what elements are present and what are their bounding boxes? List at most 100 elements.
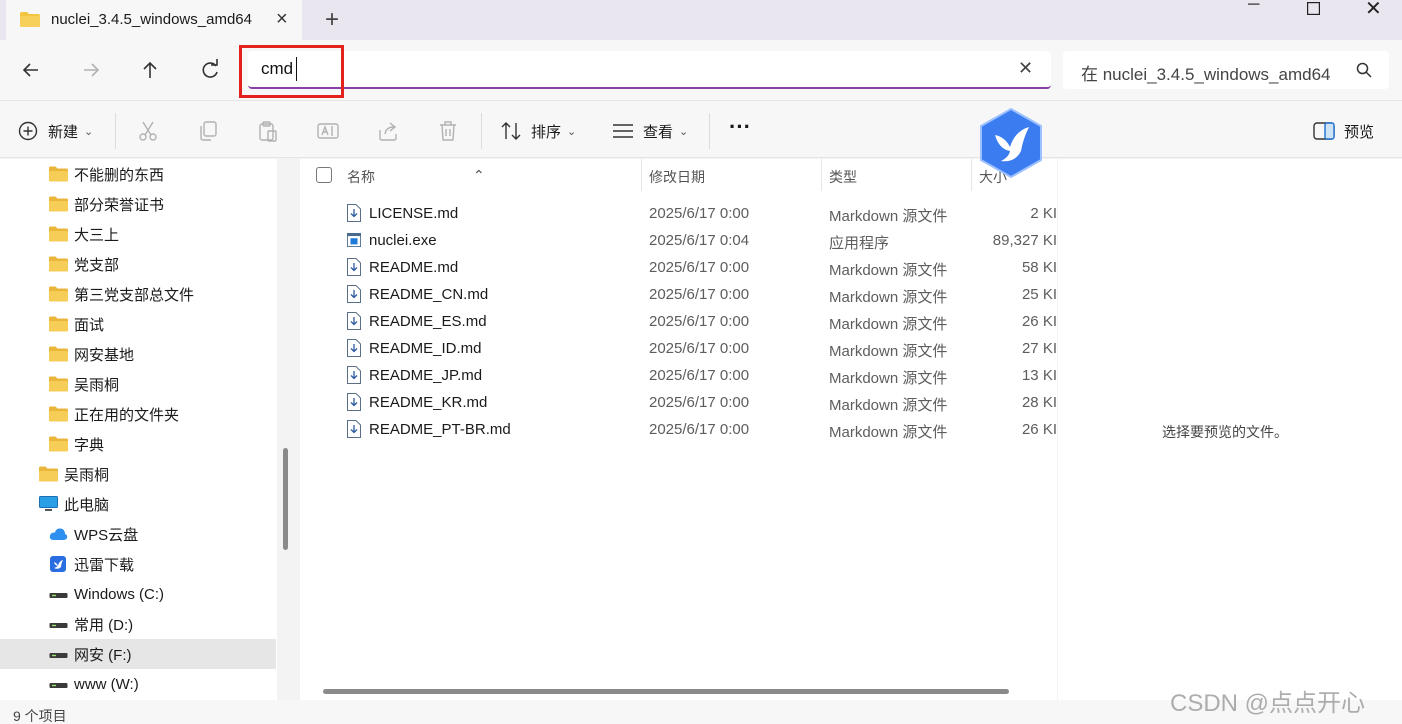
file-row[interactable]: nuclei.exe 2025/6/17 0:04 应用程序 89,327 KI xyxy=(300,227,1057,254)
file-row[interactable]: README_JP.md 2025/6/17 0:00 Markdown 源文件 13… xyxy=(300,362,1057,389)
sidebar-item-label: 网安 (F:) xyxy=(74,646,132,664)
sidebar-item-label: 网安基地 xyxy=(74,346,135,364)
sidebar-item-label: 不能删的东西 xyxy=(74,166,165,184)
file-date: 2025/6/17 0:00 xyxy=(649,259,750,276)
file-type: Markdown 源文件 xyxy=(829,343,948,360)
maximize-icon[interactable] xyxy=(1307,2,1320,15)
sidebar-item[interactable]: 不能删的东西 xyxy=(49,159,164,189)
delete-icon[interactable] xyxy=(438,120,458,142)
sort-icon xyxy=(501,122,521,140)
sidebar-item[interactable]: 常用 (D:) xyxy=(49,609,133,639)
sidebar-item[interactable]: 迅雷下载 xyxy=(49,549,134,579)
file-name: LICENSE.md xyxy=(369,205,459,222)
file-size: 25 KI xyxy=(1021,286,1057,303)
sidebar-item[interactable]: 字典 xyxy=(49,429,104,459)
paste-icon[interactable] xyxy=(258,120,278,142)
sidebar-item[interactable]: Windows (C:) xyxy=(49,579,164,609)
sidebar-item-selected[interactable]: 网安 (F:) xyxy=(0,639,276,669)
preview-pane: 选择要预览的文件。 xyxy=(1058,159,1402,700)
drive-icon xyxy=(49,646,68,662)
close-tab-icon[interactable]: × xyxy=(276,8,288,31)
markdown-file-icon xyxy=(347,393,361,411)
drive-icon xyxy=(49,586,68,602)
cloud-icon xyxy=(49,526,68,542)
column-header-row: ⌃ 名称 修改日期 类型 大小 xyxy=(300,159,1057,195)
file-row[interactable]: LICENSE.md 2025/6/17 0:00 Markdown 源文件 2 KI xyxy=(300,200,1057,227)
sidebar-scrollbar[interactable] xyxy=(283,448,288,550)
file-type: Markdown 源文件 xyxy=(829,316,948,333)
sidebar-item[interactable]: 党支部 xyxy=(49,249,119,279)
search-input[interactable]: 在 nuclei_3.4.5_windows_amd64 xyxy=(1063,51,1389,89)
column-divider[interactable] xyxy=(971,159,972,191)
close-window-icon[interactable]: ✕ xyxy=(1365,0,1382,20)
view-label: 查看 xyxy=(643,123,674,141)
file-row[interactable]: README_CN.md 2025/6/17 0:00 Markdown 源文件 25… xyxy=(300,281,1057,308)
new-button[interactable]: 新建 ⌄ xyxy=(18,120,93,142)
view-button[interactable]: 查看 ⌄ xyxy=(612,120,688,142)
sidebar-item-label: 吴雨桐 xyxy=(74,376,120,394)
sidebar-item[interactable]: www (W:) xyxy=(49,669,139,699)
preview-pane-button[interactable]: 预览 xyxy=(1313,120,1374,142)
up-icon[interactable] xyxy=(137,57,163,83)
file-row[interactable]: README_ID.md 2025/6/17 0:00 Markdown 源文件 27… xyxy=(300,335,1057,362)
file-type: Markdown 源文件 xyxy=(829,424,948,441)
view-list-icon xyxy=(613,124,633,138)
sidebar-item[interactable]: WPS云盘 xyxy=(49,519,138,549)
column-divider[interactable] xyxy=(821,159,822,191)
markdown-file-icon xyxy=(347,285,361,303)
file-type: Markdown 源文件 xyxy=(829,370,948,387)
file-row[interactable]: README_ES.md 2025/6/17 0:00 Markdown 源文件 26… xyxy=(300,308,1057,335)
cut-icon[interactable] xyxy=(137,120,159,142)
file-type: Markdown 源文件 xyxy=(829,289,948,306)
markdown-file-icon xyxy=(347,312,361,330)
file-size: 13 KI xyxy=(1021,367,1057,384)
folder-icon xyxy=(39,466,58,482)
sidebar-item[interactable]: 部分荣誉证书 xyxy=(49,189,164,219)
horizontal-scrollbar[interactable] xyxy=(323,689,1009,694)
address-input[interactable]: cmd ✕ xyxy=(248,51,1051,89)
more-options-button[interactable]: ··· xyxy=(729,114,751,139)
new-tab-icon[interactable]: + xyxy=(325,6,339,34)
column-header-type[interactable]: 类型 xyxy=(829,167,857,187)
sidebar-item[interactable]: 面试 xyxy=(49,309,104,339)
item-count: 9 个项目 xyxy=(13,708,67,724)
tab-title: nuclei_3.4.5_windows_amd64 xyxy=(51,11,252,28)
command-bar: 新建 ⌄ 排序 ⌄ 查看 ⌄ ··· 预览 xyxy=(0,100,1402,158)
sidebar-item-label: 大三上 xyxy=(74,226,120,244)
clear-address-icon[interactable]: ✕ xyxy=(1018,58,1033,79)
exe-file-icon xyxy=(347,233,361,247)
search-icon[interactable] xyxy=(1356,62,1372,78)
file-row[interactable]: README.md 2025/6/17 0:00 Markdown 源文件 58 KI xyxy=(300,254,1057,281)
file-row[interactable]: README_KR.md 2025/6/17 0:00 Markdown 源文件 28… xyxy=(300,389,1057,416)
divider xyxy=(481,113,482,149)
file-size: 26 KI xyxy=(1021,313,1057,330)
preview-label: 预览 xyxy=(1344,123,1375,141)
sidebar-item[interactable]: 大三上 xyxy=(49,219,119,249)
sidebar-item[interactable]: 网安基地 xyxy=(49,339,134,369)
column-header-date[interactable]: 修改日期 xyxy=(649,167,705,187)
file-row[interactable]: README_PT-BR.md 2025/6/17 0:00 Markdown 源文… xyxy=(300,416,1057,443)
rename-icon[interactable] xyxy=(317,120,339,142)
back-icon[interactable] xyxy=(18,57,44,83)
minimize-icon[interactable]: ─ xyxy=(1248,0,1259,16)
select-all-checkbox[interactable] xyxy=(316,167,332,183)
sidebar-item-this-pc[interactable]: 此电脑 xyxy=(39,489,109,519)
sidebar-item[interactable]: 吴雨桐 xyxy=(49,369,119,399)
sidebar-item[interactable]: 正在用的文件夹 xyxy=(49,399,179,429)
column-header-name[interactable]: 名称 xyxy=(347,167,375,187)
sidebar-item[interactable]: 吴雨桐 xyxy=(39,459,109,489)
copy-icon[interactable] xyxy=(198,120,218,142)
file-name: README_ID.md xyxy=(369,340,482,357)
tab-active[interactable]: nuclei_3.4.5_windows_amd64 × xyxy=(6,0,302,40)
sidebar-item[interactable]: 第三党支部总文件 xyxy=(49,279,194,309)
sidebar-item-label: 党支部 xyxy=(74,256,120,274)
column-divider[interactable] xyxy=(641,159,642,191)
folder-icon xyxy=(49,436,68,452)
navigation-pane: 不能删的东西 部分荣誉证书 大三上 党支部 第三党支部总文件 面试 网安基地 吴… xyxy=(0,159,277,700)
xunlei-logo-icon xyxy=(980,107,1042,179)
refresh-icon[interactable] xyxy=(197,57,223,83)
forward-icon[interactable] xyxy=(78,57,104,83)
file-date: 2025/6/17 0:00 xyxy=(649,205,750,222)
share-icon[interactable] xyxy=(377,120,399,142)
sort-button[interactable]: 排序 ⌄ xyxy=(500,120,576,142)
